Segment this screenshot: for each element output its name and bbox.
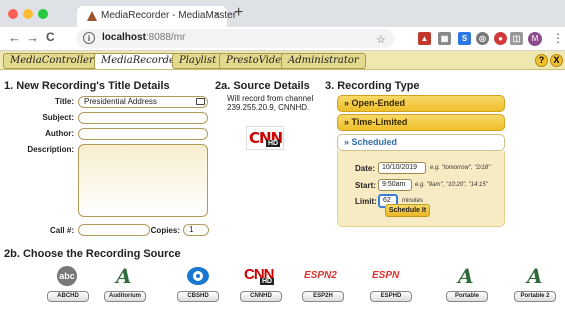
help-button[interactable]: ? bbox=[535, 54, 548, 67]
tab-favicon-icon bbox=[87, 11, 97, 21]
minimize-window-button[interactable] bbox=[23, 9, 33, 19]
author-input[interactable] bbox=[78, 128, 208, 140]
close-window-button[interactable] bbox=[8, 9, 18, 19]
maximize-window-button[interactable] bbox=[38, 9, 48, 19]
section1-heading: 1. New Recording's Title Details bbox=[4, 80, 170, 92]
profile-avatar[interactable]: M bbox=[528, 32, 542, 46]
back-button[interactable]: ← bbox=[8, 30, 21, 45]
scheduled-option[interactable]: » Scheduled bbox=[337, 134, 505, 151]
call-number-label: Call #: bbox=[49, 226, 74, 235]
keyboard-icon[interactable] bbox=[196, 98, 205, 105]
subject-input[interactable] bbox=[78, 112, 208, 124]
extension-3-icon[interactable]: S bbox=[458, 32, 471, 45]
source-button-esphd[interactable]: ESPHD bbox=[370, 291, 412, 302]
close-app-button[interactable]: X bbox=[550, 54, 563, 67]
tab-close-icon[interactable]: × bbox=[214, 9, 220, 21]
extension-5-icon[interactable]: ● bbox=[494, 32, 507, 45]
source-button-cnnhd[interactable]: CNNHD bbox=[240, 291, 282, 302]
reload-button[interactable]: C bbox=[46, 30, 55, 44]
abc-logo-icon[interactable]: abc bbox=[52, 266, 82, 286]
new-tab-button[interactable]: + bbox=[234, 4, 243, 22]
portable-2-logo-icon[interactable]: A bbox=[521, 264, 551, 288]
tab-administrator[interactable]: Administrator bbox=[281, 53, 366, 69]
subject-label: Subject: bbox=[42, 113, 74, 122]
author-label: Author: bbox=[45, 129, 74, 138]
time-limited-option[interactable]: » Time-Limited bbox=[337, 114, 505, 131]
limit-label: Limit: bbox=[355, 197, 377, 206]
extension-1-icon[interactable]: ▲ bbox=[418, 32, 431, 45]
site-info-icon[interactable]: i bbox=[83, 32, 95, 44]
auditorium-logo-icon[interactable]: A bbox=[110, 264, 140, 288]
browser-menu-icon[interactable]: ⋮ bbox=[552, 31, 564, 45]
date-input[interactable]: 10/10/2019 bbox=[378, 162, 426, 174]
section2b-heading: 2b. Choose the Recording Source bbox=[4, 248, 181, 260]
source-button-portable[interactable]: Portable bbox=[446, 291, 488, 302]
copies-input[interactable]: 1 bbox=[183, 224, 209, 236]
source-button-abchd[interactable]: ABCHD bbox=[47, 291, 89, 302]
portable-logo-icon[interactable]: A bbox=[452, 264, 482, 288]
source-button-cbshd[interactable]: CBSHD bbox=[177, 291, 219, 302]
date-label: Date: bbox=[355, 164, 376, 173]
espn2-logo-icon[interactable]: ESPN2 bbox=[304, 266, 338, 286]
browser-toolbar: ← → C i localhost:8088/mr ☆ ▲ ▦ S ◎ ● ◫ … bbox=[0, 27, 565, 51]
description-textarea[interactable] bbox=[78, 144, 208, 217]
browser-titlebar: MediaRecorder - MediaMaster × + bbox=[0, 0, 565, 27]
section2a-heading: 2a. Source Details bbox=[215, 80, 310, 92]
title-label: Title: bbox=[55, 97, 74, 106]
bookmark-star-icon[interactable]: ☆ bbox=[376, 33, 386, 46]
start-hint: e.g. "9am", "10:20", "14:15" bbox=[415, 182, 488, 188]
section3-heading: 3. Recording Type bbox=[325, 80, 420, 92]
tab-playlist[interactable]: Playlist bbox=[172, 53, 224, 69]
date-hint: e.g. "tomorrow", "2/18" bbox=[430, 165, 491, 171]
start-input[interactable]: 9:50am bbox=[378, 179, 412, 191]
forward-button[interactable]: → bbox=[26, 30, 39, 45]
call-number-input[interactable] bbox=[78, 224, 150, 236]
extension-6-icon[interactable]: ◫ bbox=[510, 32, 523, 45]
start-label: Start: bbox=[355, 181, 376, 190]
app-navigation: MediaController MediaRecorder Playlist P… bbox=[0, 51, 565, 70]
source-note: Will record from channel 239.255.20.9, C… bbox=[227, 94, 314, 112]
browser-tab[interactable]: MediaRecorder - MediaMaster × bbox=[77, 6, 236, 27]
url-text: localhost:8088/mr bbox=[102, 32, 186, 43]
source-button-auditorium[interactable]: Auditorium bbox=[104, 291, 146, 302]
address-bar[interactable]: i localhost:8088/mr ☆ bbox=[76, 29, 394, 48]
title-input[interactable]: Presidential Address bbox=[78, 96, 208, 108]
selected-source-logo: CNN HD bbox=[246, 126, 284, 150]
source-button-portable-2[interactable]: Portable 2 bbox=[514, 291, 556, 302]
cbs-logo-icon[interactable] bbox=[183, 266, 213, 286]
open-ended-option[interactable]: » Open-Ended bbox=[337, 95, 505, 112]
source-button-esp2h[interactable]: ESP2H bbox=[302, 291, 344, 302]
cnn-logo-icon[interactable]: CNN HD bbox=[244, 266, 278, 286]
schedule-it-button[interactable]: Schedule It bbox=[385, 204, 430, 217]
extension-4-icon[interactable]: ◎ bbox=[476, 32, 489, 45]
tab-mediacontroller[interactable]: MediaController bbox=[3, 53, 101, 69]
extension-2-icon[interactable]: ▦ bbox=[438, 32, 451, 45]
description-label: Description: bbox=[27, 145, 74, 154]
copies-label: Copies: bbox=[150, 226, 180, 235]
espn-logo-icon[interactable]: ESPN bbox=[372, 266, 406, 286]
